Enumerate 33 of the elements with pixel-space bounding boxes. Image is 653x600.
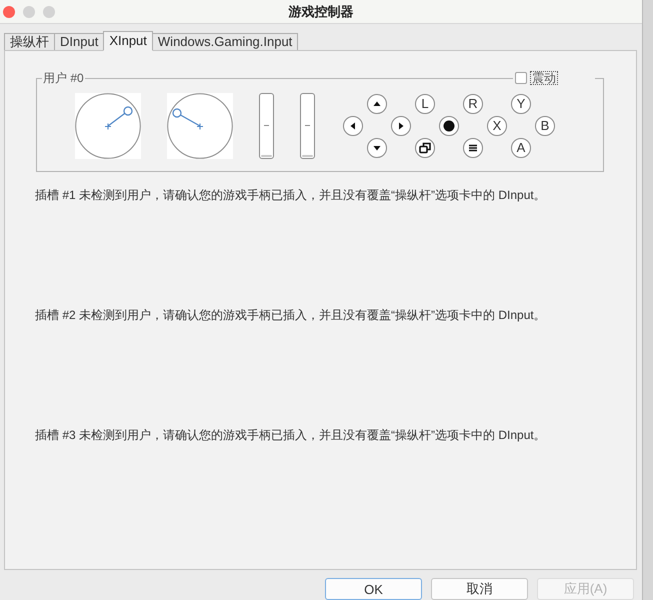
tab[interactable]: XInput [103, 31, 153, 51]
checkbox-label[interactable]: 震动 [530, 71, 558, 85]
button-indicator: B [535, 116, 555, 136]
button-indicator: Y [511, 94, 531, 114]
triangle-up-icon [367, 94, 387, 114]
stick-position-drawing [167, 93, 233, 159]
tab[interactable]: Windows.Gaming.Input [152, 33, 298, 50]
overlapping-squares-icon [415, 138, 435, 158]
tab[interactable]: DInput [54, 33, 104, 50]
dash-icon [305, 125, 310, 126]
menu-icon [463, 138, 483, 158]
ok-button[interactable]: OK [325, 578, 422, 600]
triangle-right-icon [391, 116, 411, 136]
window-control-icon[interactable] [43, 6, 55, 18]
triangle-left-icon [343, 116, 363, 136]
status-message: 插槽 #2 未检测到用户，请确认您的游戏手柄已插入，并且没有覆盖“操纵杆”选项卡中的 DInput。 [35, 308, 546, 322]
button-indicator: A [511, 138, 531, 158]
button-indicator: X [487, 116, 507, 136]
window-title: 游戏控制器 [288, 2, 354, 20]
checkbox[interactable] [515, 72, 527, 84]
tab[interactable]: 操纵杆 [4, 33, 55, 50]
dash-icon [264, 125, 269, 126]
stick-position-drawing [75, 93, 141, 159]
window-control-icon[interactable] [23, 6, 35, 18]
cancel-button[interactable]: 取消 [431, 578, 528, 600]
group-legend: 用户 #0 [42, 71, 85, 85]
button-indicator: L [415, 94, 435, 114]
dot-icon [439, 116, 459, 136]
button-indicator: R [463, 94, 483, 114]
triangle-down-icon [367, 138, 387, 158]
status-message: 插槽 #1 未检测到用户，请确认您的游戏手柄已插入，并且没有覆盖“操纵杆”选项卡中的 DInput。 [35, 188, 546, 202]
status-message: 插槽 #3 未检测到用户，请确认您的游戏手柄已插入，并且没有覆盖“操纵杆”选项卡中的 DInput。 [35, 428, 546, 442]
close-icon[interactable] [3, 6, 15, 18]
